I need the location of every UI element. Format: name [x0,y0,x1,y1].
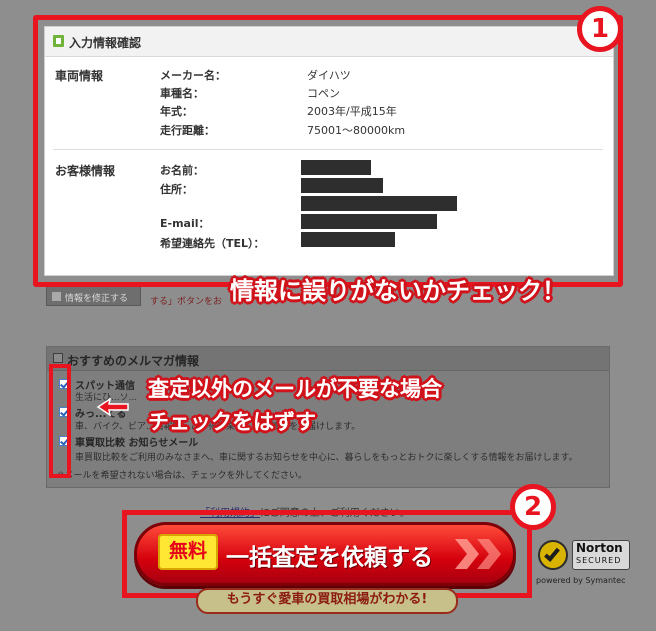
norton-secured-seal: Norton SECURED powered by Symantec [536,530,634,590]
newsletter-header: おすすめのメルマガ情報 [47,347,609,371]
checkmark-icon [538,540,568,570]
chevron-right-icon [477,539,501,569]
highlight-frame-checkboxes [49,364,71,478]
newsletter-panel: おすすめのメルマガ情報 スパット通信 生活にひ...ソ... みっ...てる 車… [46,346,610,488]
norton-line2: SECURED [576,556,622,565]
norton-line1: Norton [576,541,623,555]
step-badge-1: 1 [577,6,623,52]
newsletter-desc-3: 車買取比較をご利用のみなさまへ、車に関するお知らせを中心に、暮らしをもっとおトク… [75,453,578,463]
price-banner: もうすぐ愛車の買取相場がわかる! [196,588,458,614]
callout-newsletter-1: 査定以外のメールが不要な場合 [148,377,442,401]
free-badge: 無料 [158,534,218,570]
newsletter-title: おすすめのメルマガ情報 [67,354,200,368]
step-badge-2: 2 [510,484,556,530]
highlight-frame-1 [33,15,623,287]
arrow-left-icon [96,398,129,416]
norton-powered: powered by Symantec [536,576,626,585]
newsletter-footnote: ※メールを希望されない場合は、チェックを外してください。 [57,471,308,481]
edit-info-label: 情報を修正する [65,294,129,304]
callout-check-info: 情報に誤りがないかチェック！ [230,277,566,305]
edit-info-button[interactable]: 情報を修正する [46,286,141,306]
checkbox-icon [53,353,63,363]
submit-label: 一括査定を依頼する [226,545,433,571]
callout-newsletter-2: チェックをはずす [148,410,316,434]
plus-icon [52,292,61,301]
newsletter-name-3: 車買取比較 お知らせメール [75,438,199,449]
